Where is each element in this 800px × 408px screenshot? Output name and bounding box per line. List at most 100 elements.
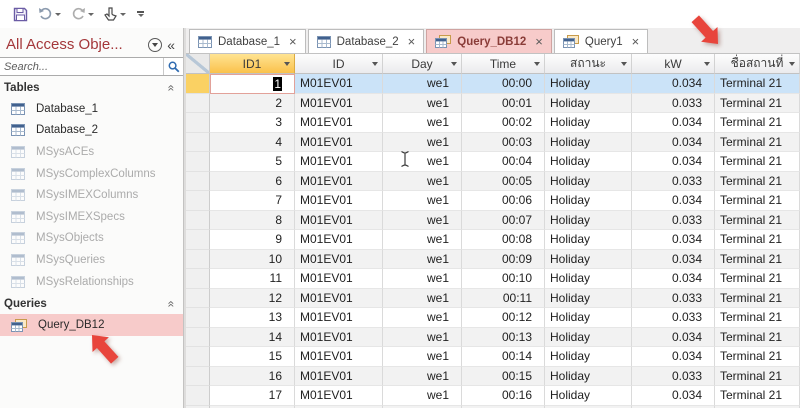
record-selector[interactable] — [186, 249, 210, 269]
record-selector[interactable] — [186, 210, 210, 230]
cell-kw[interactable]: 0.034 — [632, 113, 715, 133]
tab-database-1[interactable]: Database_1 × — [189, 29, 306, 53]
record-selector[interactable] — [186, 191, 210, 211]
cell-col[interactable]: Holiday — [545, 308, 632, 328]
cell-col[interactable]: Terminal 21 — [715, 230, 800, 250]
cell-kw[interactable]: 0.033 — [632, 288, 715, 308]
cell-time[interactable]: 00:11 — [462, 288, 545, 308]
cell-kw[interactable]: 0.033 — [632, 366, 715, 386]
nav-item-query-db12[interactable]: Query_DB12 — [0, 314, 183, 336]
undo-button[interactable] — [35, 5, 64, 23]
cell-id1[interactable]: 9 — [210, 230, 295, 250]
record-selector[interactable] — [186, 132, 210, 152]
cell-day[interactable]: we1 — [383, 386, 462, 406]
column-header-col[interactable]: สถานะ — [545, 54, 632, 74]
redo-dropdown-icon[interactable] — [88, 12, 94, 16]
collapse-group-chevron-icon[interactable]: « — [165, 301, 179, 308]
cell-col[interactable]: Terminal 21 — [715, 74, 800, 94]
record-selector[interactable] — [186, 74, 210, 94]
record-selector[interactable] — [186, 269, 210, 289]
record-selector[interactable] — [186, 230, 210, 250]
search-button[interactable] — [163, 58, 183, 75]
cell-id[interactable]: M01EV01 — [295, 152, 383, 172]
cell-col[interactable]: Terminal 21 — [715, 210, 800, 230]
close-icon[interactable]: × — [535, 35, 543, 48]
tab-query-db12[interactable]: Query_DB12 × — [426, 29, 552, 53]
cell-time[interactable]: 00:08 — [462, 230, 545, 250]
record-selector[interactable] — [186, 308, 210, 328]
save-button[interactable] — [10, 5, 31, 24]
cell-col[interactable]: Terminal 21 — [715, 113, 800, 133]
select-all-corner[interactable] — [186, 54, 210, 74]
nav-item-msyscomplexcolumns[interactable]: MSysComplexColumns — [0, 163, 183, 185]
cell-col[interactable]: Holiday — [545, 93, 632, 113]
cell-id1[interactable]: 12 — [210, 288, 295, 308]
cell-day[interactable]: we1 — [383, 113, 462, 133]
cell-time[interactable]: 00:13 — [462, 327, 545, 347]
collapse-group-chevron-icon[interactable]: « — [165, 85, 179, 92]
cell-day[interactable]: we1 — [383, 132, 462, 152]
cell-col[interactable]: Holiday — [545, 327, 632, 347]
cell-id1[interactable]: 15 — [210, 347, 295, 367]
column-header-kw[interactable]: kW — [632, 54, 715, 74]
cell-id1[interactable]: 13 — [210, 308, 295, 328]
cell-id1[interactable]: 10 — [210, 249, 295, 269]
close-icon[interactable]: × — [289, 35, 297, 48]
cell-col[interactable]: Terminal 21 — [715, 288, 800, 308]
cell-id1[interactable]: 14 — [210, 327, 295, 347]
cell-id1[interactable]: 3 — [210, 113, 295, 133]
cell-day[interactable]: we1 — [383, 171, 462, 191]
customize-qat-button[interactable] — [133, 9, 148, 19]
cell-kw[interactable]: 0.034 — [632, 74, 715, 94]
nav-group-tables[interactable]: Tables « — [0, 76, 183, 98]
cell-col[interactable]: Holiday — [545, 366, 632, 386]
column-header-id1[interactable]: ID1 — [210, 54, 295, 74]
cell-time[interactable]: 00:14 — [462, 347, 545, 367]
cell-day[interactable]: we1 — [383, 152, 462, 172]
cell-day[interactable]: we1 — [383, 191, 462, 211]
record-selector[interactable] — [186, 113, 210, 133]
cell-id[interactable]: M01EV01 — [295, 74, 383, 94]
record-selector[interactable] — [186, 347, 210, 367]
cell-col[interactable]: Terminal 21 — [715, 327, 800, 347]
close-icon[interactable]: × — [408, 35, 416, 48]
filter-dropdown-icon[interactable] — [534, 61, 540, 66]
record-selector[interactable] — [186, 171, 210, 191]
cell-day[interactable]: we1 — [383, 288, 462, 308]
cell-id1[interactable]: 11 — [210, 269, 295, 289]
cell-col[interactable]: Terminal 21 — [715, 308, 800, 328]
nav-item-msysrelationships[interactable]: MSysRelationships — [0, 271, 183, 293]
cell-col[interactable]: Holiday — [545, 132, 632, 152]
record-selector[interactable] — [186, 327, 210, 347]
cell-col[interactable]: Holiday — [545, 269, 632, 289]
cell-col[interactable]: Terminal 21 — [715, 269, 800, 289]
nav-item-msysobjects[interactable]: MSysObjects — [0, 228, 183, 250]
nav-item-msysimexcolumns[interactable]: MSysIMEXColumns — [0, 184, 183, 206]
cell-kw[interactable]: 0.033 — [632, 308, 715, 328]
cell-id[interactable]: M01EV01 — [295, 113, 383, 133]
record-selector[interactable] — [186, 366, 210, 386]
cell-day[interactable]: we1 — [383, 230, 462, 250]
cell-id1[interactable]: 2 — [210, 93, 295, 113]
cell-id1[interactable]: 16 — [210, 366, 295, 386]
cell-id[interactable]: M01EV01 — [295, 269, 383, 289]
cell-id[interactable]: M01EV01 — [295, 230, 383, 250]
cell-col[interactable]: Terminal 21 — [715, 132, 800, 152]
cell-time[interactable]: 00:03 — [462, 132, 545, 152]
cell-id[interactable]: M01EV01 — [295, 366, 383, 386]
cell-kw[interactable]: 0.034 — [632, 132, 715, 152]
cell-id[interactable]: M01EV01 — [295, 171, 383, 191]
tab-database-2[interactable]: Database_2 × — [307, 29, 425, 53]
touch-mode-dropdown-icon[interactable] — [120, 12, 126, 16]
column-header-time[interactable]: Time — [462, 54, 545, 74]
cell-id[interactable]: M01EV01 — [295, 327, 383, 347]
cell-time[interactable]: 00:06 — [462, 191, 545, 211]
record-selector[interactable] — [186, 93, 210, 113]
cell-kw[interactable]: 0.034 — [632, 191, 715, 211]
nav-pane-title[interactable]: All Access Obje... — [6, 36, 143, 53]
cell-col[interactable]: Holiday — [545, 347, 632, 367]
cell-col[interactable]: Terminal 21 — [715, 93, 800, 113]
cell-kw[interactable]: 0.033 — [632, 171, 715, 191]
cell-day[interactable]: we1 — [383, 366, 462, 386]
cell-col[interactable]: Holiday — [545, 171, 632, 191]
